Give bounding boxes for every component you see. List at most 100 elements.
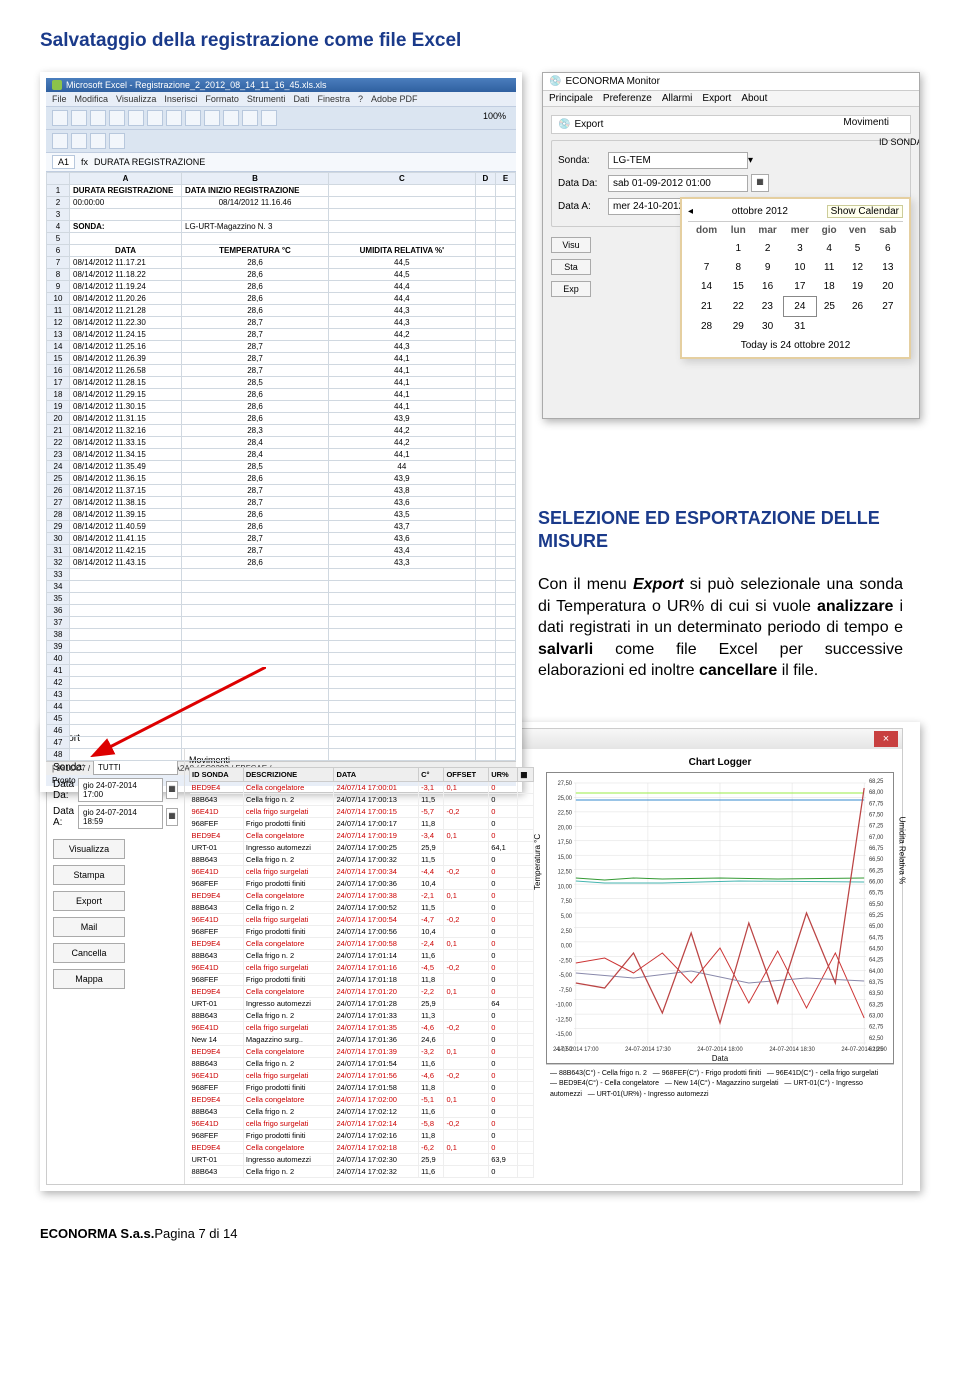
toolbar-button[interactable]	[185, 110, 201, 126]
toolbar-button[interactable]	[109, 133, 125, 149]
col-header[interactable]: C	[329, 173, 476, 185]
toolbar-button[interactable]	[52, 110, 68, 126]
menu-item[interactable]: About	[741, 93, 767, 104]
calendar-day[interactable]: 31	[784, 317, 816, 337]
calendar-day[interactable]: 18	[816, 277, 842, 297]
calendar-day[interactable]: 3	[784, 239, 816, 258]
menu-item[interactable]: ?	[358, 94, 363, 104]
toolbar-button[interactable]	[52, 133, 68, 149]
calendar-day[interactable]: 6	[873, 239, 903, 258]
dropdown-icon[interactable]: ▾	[748, 155, 753, 166]
date-picker-icon[interactable]: ▦	[166, 808, 178, 826]
calendar-day[interactable]: 23	[751, 297, 783, 317]
menu-bar[interactable]: File Modifica Visualizza Inserisci Formato St…	[46, 92, 516, 107]
data-da-input[interactable]: gio 24-07-2014 17:00	[78, 778, 163, 802]
calendar-day[interactable]: 29	[725, 317, 751, 337]
toolbar-button[interactable]	[71, 133, 87, 149]
col-header[interactable]: D	[475, 173, 496, 185]
calendar-day[interactable]: 14	[688, 277, 725, 297]
calendar-day[interactable]: 22	[725, 297, 751, 317]
toolbar-2[interactable]	[46, 130, 516, 153]
calendar-day[interactable]: 30	[751, 317, 783, 337]
sonda-select[interactable]: LG-TEM	[608, 152, 748, 169]
mail-button[interactable]: Mail	[53, 917, 125, 937]
stampa-button[interactable]: Stampa	[53, 865, 125, 885]
export-button[interactable]: Export	[53, 891, 125, 911]
toolbar-button[interactable]	[71, 110, 87, 126]
calendar-day[interactable]	[816, 317, 842, 337]
col-header[interactable]	[47, 173, 70, 185]
close-icon[interactable]: ×	[874, 731, 898, 747]
data-a-input[interactable]: gio 24-07-2014 18:59	[78, 805, 163, 829]
calendar-day[interactable]: 1	[725, 239, 751, 258]
mappa-button[interactable]: Mappa	[53, 969, 125, 989]
calendar-day[interactable]: 21	[688, 297, 725, 317]
calendar-grid[interactable]: domlunmarmergiovensab1234567891011121314…	[688, 222, 903, 336]
menu-item[interactable]: Dati	[293, 94, 309, 104]
menu-item[interactable]: Visualizza	[116, 94, 156, 104]
calendar-day[interactable]: 26	[842, 297, 872, 317]
date-picker-icon[interactable]: ▦	[751, 174, 769, 192]
calendar-day[interactable]: 11	[816, 258, 842, 277]
calendar-day[interactable]: 15	[725, 277, 751, 297]
menu-item[interactable]: Principale	[549, 93, 593, 104]
prev-month-icon[interactable]: ◂	[688, 206, 693, 217]
calendar-day[interactable]: 2	[751, 239, 783, 258]
calendar-day[interactable]: 5	[842, 239, 872, 258]
calendar-day[interactable]: 28	[688, 317, 725, 337]
menu-item[interactable]: File	[52, 94, 67, 104]
menu-item[interactable]: Export	[702, 93, 731, 104]
worksheet[interactable]: ABCDE1DURATA REGISTRAZIONEDATA INIZIO RE…	[46, 172, 516, 761]
menu-item[interactable]: Allarmi	[662, 93, 693, 104]
calendar-day[interactable]: 13	[873, 258, 903, 277]
toolbar-button[interactable]	[90, 133, 106, 149]
visualizza-button[interactable]: Visualizza	[53, 839, 125, 859]
calendar-day[interactable]: 4	[816, 239, 842, 258]
sonda-select[interactable]: TUTTI	[93, 760, 178, 775]
calendar-popup[interactable]: ◂ ottobre 2012 Show Calendar domlunmarme…	[680, 197, 911, 359]
toolbar-button[interactable]	[109, 110, 125, 126]
calendar-day[interactable]: 10	[784, 258, 816, 277]
calendar-day[interactable]: 19	[842, 277, 872, 297]
calendar-day[interactable]: 24	[784, 297, 816, 317]
calendar-day[interactable]: 27	[873, 297, 903, 317]
toolbar-button[interactable]	[242, 110, 258, 126]
date-picker-icon[interactable]: ▦	[166, 781, 178, 799]
side-button[interactable]: Sta	[551, 259, 591, 275]
menu-item[interactable]: Modifica	[75, 94, 109, 104]
chart-area[interactable]: Temperatura °C Umidita Relativa %	[546, 772, 894, 1064]
calendar-day[interactable]: 20	[873, 277, 903, 297]
formula-bar[interactable]: A1 fx DURATA REGISTRAZIONE	[46, 153, 516, 172]
toolbar-button[interactable]	[166, 110, 182, 126]
toolbar[interactable]: 100%	[46, 107, 516, 130]
toolbar-button[interactable]	[223, 110, 239, 126]
toolbar-button[interactable]	[90, 110, 106, 126]
calendar-day[interactable]: 25	[816, 297, 842, 317]
toolbar-button[interactable]	[128, 110, 144, 126]
calendar-today[interactable]: Today is 24 ottobre 2012	[688, 336, 903, 351]
calendar-day[interactable]: 16	[751, 277, 783, 297]
calendar-day[interactable]: 9	[751, 258, 783, 277]
calendar-day[interactable]	[873, 317, 903, 337]
cell-ref[interactable]: A1	[52, 155, 75, 169]
col-header[interactable]: A	[70, 173, 182, 185]
zoom-value[interactable]: 100%	[479, 110, 510, 126]
calendar-day[interactable]	[688, 239, 725, 258]
toolbar-button[interactable]	[261, 110, 277, 126]
menu-item[interactable]: Strumenti	[247, 94, 286, 104]
cancella-button[interactable]: Cancella	[53, 943, 125, 963]
col-header[interactable]: B	[182, 173, 329, 185]
menu-item[interactable]: Formato	[205, 94, 239, 104]
side-button[interactable]: Visu	[551, 237, 591, 253]
data-da-input[interactable]: sab 01-09-2012 01:00	[608, 175, 748, 192]
menu-item[interactable]: Inserisci	[164, 94, 197, 104]
menu-item[interactable]: Adobe PDF	[371, 94, 418, 104]
side-button[interactable]: Exp	[551, 281, 591, 297]
calendar-day[interactable]: 17	[784, 277, 816, 297]
toolbar-button[interactable]	[147, 110, 163, 126]
calendar-day[interactable]: 12	[842, 258, 872, 277]
toolbar-button[interactable]	[204, 110, 220, 126]
calendar-day[interactable]	[842, 317, 872, 337]
menu-item[interactable]: Finestra	[317, 94, 350, 104]
movimenti-table[interactable]: ID SONDADESCRIZIONEDATAC°OFFSETUR%▦BED9E…	[189, 767, 534, 1178]
